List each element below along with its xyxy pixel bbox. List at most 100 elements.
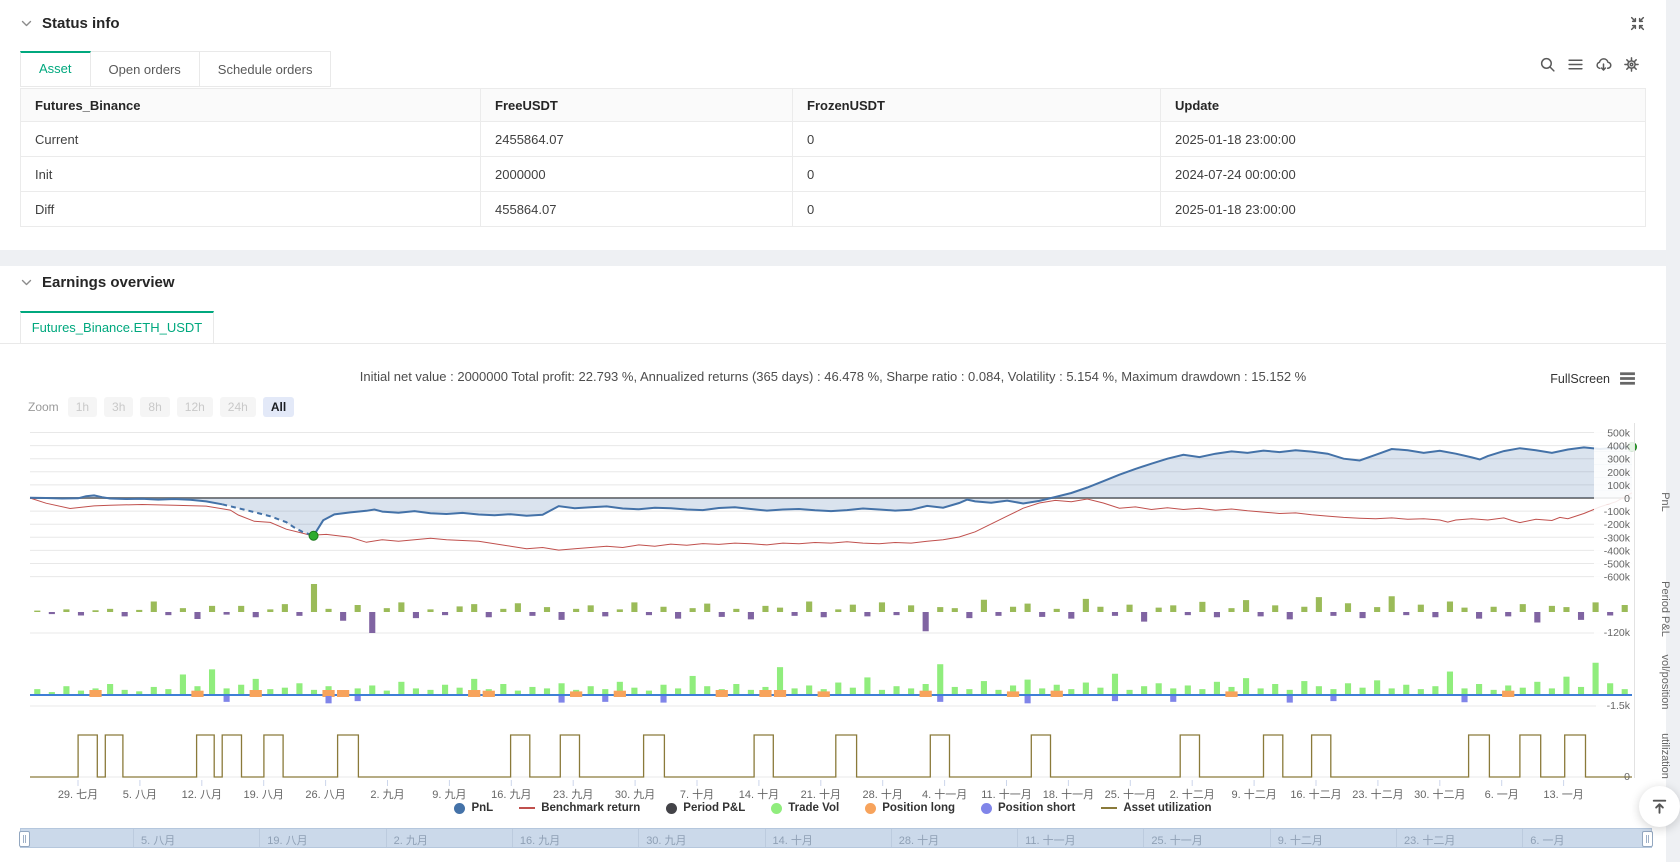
navigator-date-label: 2. 九月 bbox=[393, 835, 428, 847]
burger-menu-icon[interactable] bbox=[1619, 370, 1636, 387]
svg-text:11. 十一月: 11. 十一月 bbox=[981, 787, 1032, 801]
table-cell: 2455864.07 bbox=[480, 121, 793, 157]
svg-text:23. 九月: 23. 九月 bbox=[553, 788, 593, 801]
zoom-buttons: 1h 3h 8h 12h 24h All bbox=[67, 397, 295, 417]
zoom-button-all[interactable]: All bbox=[262, 397, 295, 417]
svg-text:400k: 400k bbox=[1607, 441, 1631, 453]
svg-text:9. 十二月: 9. 十二月 bbox=[1231, 787, 1276, 801]
svg-text:-600k: -600k bbox=[1604, 572, 1631, 584]
navigator-date-label: 30. 九月 bbox=[646, 835, 687, 847]
navigator-separator bbox=[890, 829, 892, 847]
status-tab-schedule-orders[interactable]: Schedule orders bbox=[199, 51, 332, 87]
settings-icon[interactable] bbox=[1623, 56, 1640, 73]
table-cell: 0 bbox=[792, 121, 1161, 157]
back-to-top-button[interactable] bbox=[1639, 786, 1680, 827]
navigator-date-label: 23. 十二月 bbox=[1404, 835, 1456, 847]
earnings-chart[interactable]: 500k400k300k200k100k0-100k-200k-300k-400… bbox=[0, 418, 1680, 804]
menu-icon[interactable] bbox=[1567, 56, 1584, 73]
table-row: Diff 455864.07 0 2025-01-18 23:00:00 bbox=[20, 191, 1646, 227]
legend-label: Position short bbox=[998, 802, 1076, 814]
legend-dot bbox=[771, 802, 783, 814]
legend-item-position-short[interactable]: Position short bbox=[981, 802, 1075, 814]
svg-text:9. 九月: 9. 九月 bbox=[432, 788, 466, 801]
status-info-header: Status info bbox=[20, 15, 120, 32]
svg-text:30. 十二月: 30. 十二月 bbox=[1414, 787, 1465, 801]
chart-legend: PnL Benchmark return Period P&L Trade Vol Po… bbox=[0, 802, 1666, 814]
legend-item-benchmark-return[interactable]: Benchmark return bbox=[519, 802, 640, 814]
cloud-download-icon[interactable] bbox=[1595, 56, 1612, 73]
table-cell: 0 bbox=[792, 191, 1161, 227]
search-icon[interactable] bbox=[1539, 56, 1556, 73]
legend-label: Trade Vol bbox=[788, 802, 840, 814]
svg-text:-500k: -500k bbox=[1604, 559, 1631, 571]
svg-text:300k: 300k bbox=[1607, 454, 1631, 466]
zoom-button-8h[interactable]: 8h bbox=[140, 397, 170, 417]
legend-item-position-long[interactable]: Position long bbox=[865, 802, 955, 814]
svg-text:19. 八月: 19. 八月 bbox=[244, 789, 284, 801]
svg-text:16. 九月: 16. 九月 bbox=[491, 788, 531, 801]
earnings-stats-line: Initial net value : 2000000 Total profit… bbox=[359, 369, 1307, 384]
legend-dot bbox=[454, 802, 466, 814]
svg-text:14. 十月: 14. 十月 bbox=[739, 787, 779, 801]
tab-futures-binance-eth-usdt[interactable]: Futures_Binance.ETH_USDT bbox=[20, 311, 214, 344]
table-row: Current 2455864.07 0 2025-01-18 23:00:00 bbox=[20, 121, 1646, 157]
table-cell: 2000000 bbox=[480, 156, 793, 192]
svg-text:-400k: -400k bbox=[1604, 545, 1631, 557]
status-tabs: Asset Open orders Schedule orders bbox=[20, 51, 332, 87]
navigator-right-handle[interactable] bbox=[1642, 831, 1653, 847]
legend-label: Position long bbox=[882, 802, 956, 814]
navigator-separator bbox=[764, 829, 766, 847]
svg-text:29. 七月: 29. 七月 bbox=[58, 788, 98, 801]
navigator-separator bbox=[638, 829, 640, 847]
status-tab-open-orders[interactable]: Open orders bbox=[90, 51, 200, 87]
legend-item-period-p-l[interactable]: Period P&L bbox=[666, 802, 745, 814]
legend-item-trade-vol[interactable]: Trade Vol bbox=[771, 802, 839, 814]
navigator-date-label: 28. 十月 bbox=[898, 835, 940, 847]
navigator-separator bbox=[259, 829, 261, 847]
legend-label: Period P&L bbox=[683, 802, 746, 814]
zoom-button-24h[interactable]: 24h bbox=[219, 397, 256, 417]
table-cell: 2025-01-18 23:00:00 bbox=[1160, 121, 1646, 157]
legend-item-pnl[interactable]: PnL bbox=[454, 802, 493, 814]
svg-text:25. 十一月: 25. 十一月 bbox=[1105, 787, 1156, 801]
svg-text:100k: 100k bbox=[1607, 480, 1631, 492]
column-header: Futures_Binance bbox=[20, 88, 481, 122]
svg-text:26. 八月: 26. 八月 bbox=[305, 789, 345, 801]
legend-dot bbox=[666, 802, 678, 814]
svg-text:28. 十月: 28. 十月 bbox=[863, 787, 903, 801]
earnings-overview-card: Earnings overview Futures_Binance.ETH_US… bbox=[0, 266, 1680, 862]
table-cell: 0 bbox=[792, 156, 1161, 192]
zoom-button-1h[interactable]: 1h bbox=[67, 397, 98, 417]
section-title-status-info: Status info bbox=[42, 15, 120, 32]
svg-text:12. 八月: 12. 八月 bbox=[182, 789, 222, 801]
chart-navigator-slider[interactable]: 5. 八月 19. 八月 2. 九月 16. 九月 30. 九月 14. 十月 28. 十月… bbox=[19, 828, 1653, 848]
collapse-chevron-icon[interactable] bbox=[20, 276, 33, 289]
zoom-controls: Zoom 1h 3h 8h 12h 24h All bbox=[28, 397, 295, 417]
row-label[interactable]: Current bbox=[20, 121, 481, 157]
navigator-left-handle[interactable] bbox=[19, 831, 30, 847]
zoom-button-12h[interactable]: 12h bbox=[176, 397, 213, 417]
status-tab-asset[interactable]: Asset bbox=[20, 51, 91, 87]
svg-text:6. 一月: 6. 一月 bbox=[1485, 789, 1519, 801]
earnings-header: Earnings overview bbox=[20, 274, 175, 291]
status-toolbar bbox=[1539, 56, 1640, 73]
zoom-button-3h[interactable]: 3h bbox=[104, 397, 134, 417]
tabbar-divider bbox=[0, 343, 1666, 344]
compress-icon[interactable] bbox=[1629, 15, 1646, 32]
svg-text:-300k: -300k bbox=[1604, 532, 1631, 544]
navigator-date-label: 19. 八月 bbox=[267, 835, 308, 847]
svg-text:-100k: -100k bbox=[1604, 506, 1631, 518]
navigator-separator bbox=[133, 829, 134, 847]
asset-table: Futures_Binance FreeUSDT FrozenUSDT Update … bbox=[20, 88, 1646, 227]
table-cell: 455864.07 bbox=[480, 191, 793, 227]
collapse-chevron-icon[interactable] bbox=[20, 17, 33, 30]
navigator-separator bbox=[385, 829, 387, 847]
svg-text:200k: 200k bbox=[1607, 467, 1631, 479]
fullscreen-button[interactable]: FullScreen bbox=[1550, 372, 1610, 386]
navigator-date-label: 14. 十月 bbox=[772, 835, 813, 847]
table-cell: 2024-07-24 00:00:00 bbox=[1160, 156, 1646, 192]
svg-text:-1.5k: -1.5k bbox=[1607, 700, 1631, 712]
svg-text:23. 十二月: 23. 十二月 bbox=[1352, 787, 1403, 801]
legend-item-asset-utilization[interactable]: Asset utilization bbox=[1101, 802, 1212, 814]
legend-line bbox=[519, 806, 536, 810]
